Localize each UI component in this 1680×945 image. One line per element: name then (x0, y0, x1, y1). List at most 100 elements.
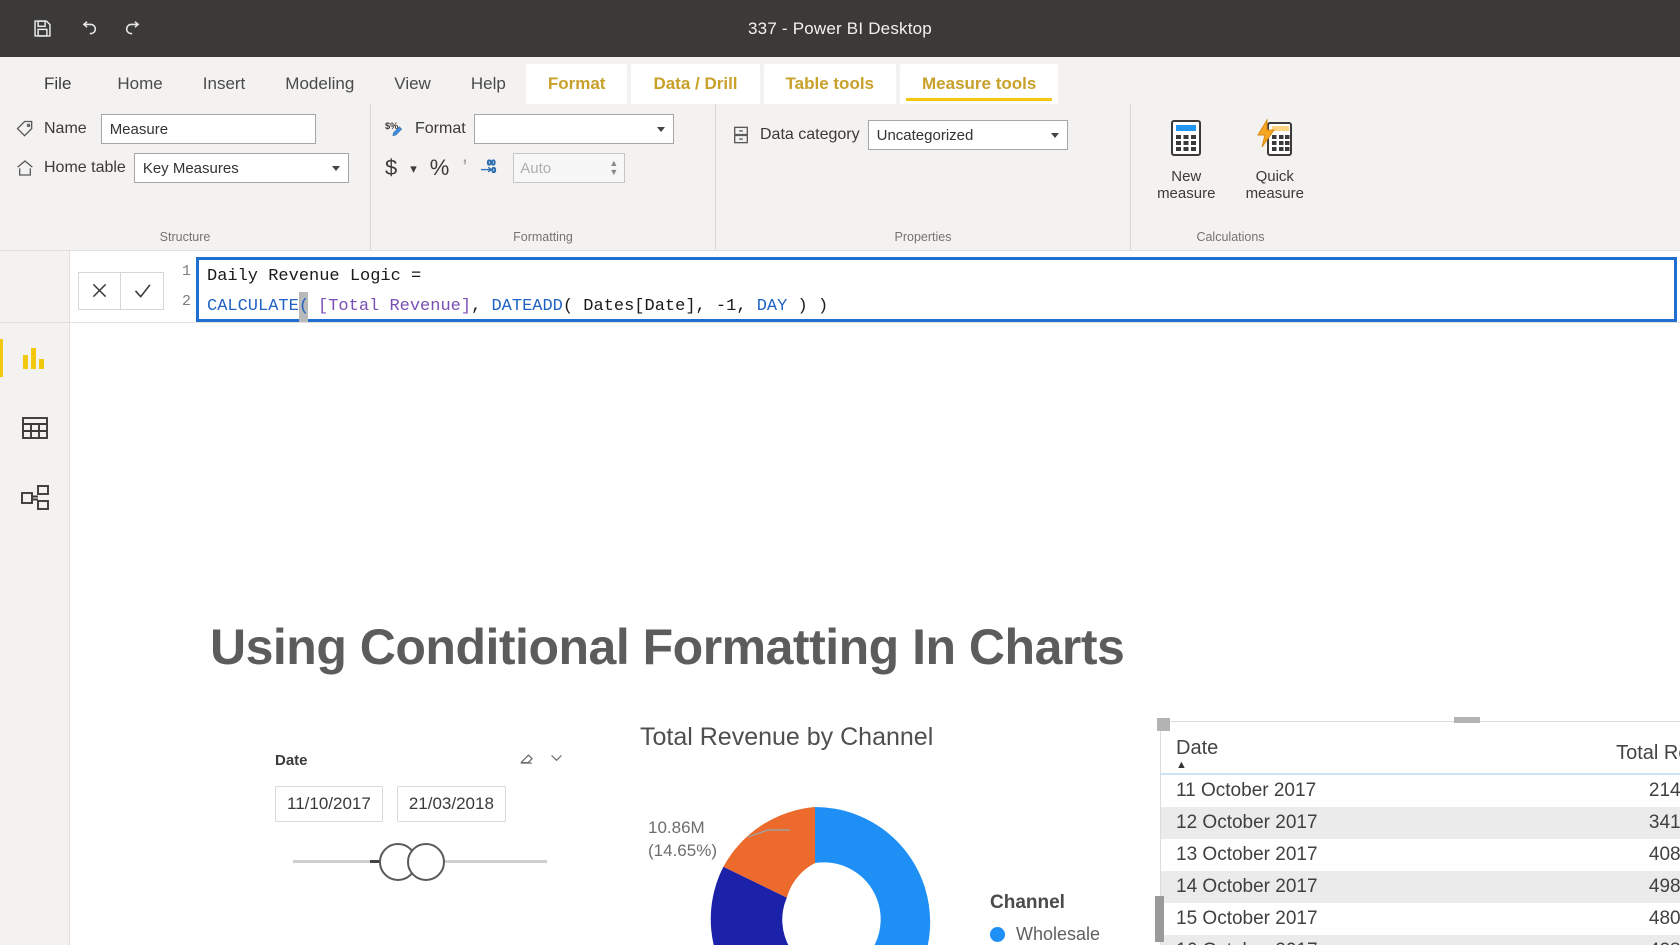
quick-measure-label-line1: Quick (1255, 168, 1294, 185)
data-category-icon (730, 124, 752, 146)
new-measure-label-line2: measure (1157, 185, 1216, 203)
thousands-separator-button[interactable]: ’ (462, 157, 467, 179)
formula-rail-spacer (0, 251, 70, 322)
dax-token-measure-ref: [Total Revenue] (307, 297, 472, 316)
ribbon-group-properties: Data category Uncategorized Properties (715, 104, 1130, 250)
chevron-down-icon[interactable] (548, 749, 565, 771)
format-icon: $% (385, 118, 407, 140)
quick-measure-icon (1255, 118, 1295, 162)
date-slicer[interactable]: Date 11/10/2017 21/03/2018 (275, 748, 565, 884)
group-label-calculations: Calculations (1196, 230, 1265, 244)
resize-handle-top-center[interactable] (1454, 717, 1480, 723)
donut-chart-visual[interactable]: Total Revenue by Channel 10.86M (14.65%)… (640, 723, 1170, 945)
date-range-slider[interactable] (275, 840, 565, 884)
ribbon-tab-measure-tools[interactable]: Measure tools (900, 64, 1059, 104)
ribbon-tab-home[interactable]: Home (97, 65, 182, 104)
stepper-arrows[interactable]: ▲ ▼ (609, 159, 618, 177)
format-quick-row: $ ▾ % ’ 00 0 Auto ▲ ▼ (385, 153, 701, 183)
data-category-select[interactable]: Uncategorized (867, 120, 1068, 150)
home-table-select[interactable]: Key Measures (133, 153, 349, 183)
calculator-icon (1166, 118, 1206, 162)
workspace: Using Conditional Formatting In Charts D… (0, 323, 1680, 945)
sidebar-item-model-view[interactable] (12, 475, 58, 521)
donut-chart-title: Total Revenue by Channel (640, 723, 934, 751)
percent-format-button[interactable]: % (430, 157, 450, 179)
dax-token-comma-3: , (736, 297, 757, 316)
quick-measure-label-line2: measure (1245, 185, 1304, 203)
legend-swatch-wholesale (990, 927, 1005, 942)
ribbon-tab-modeling[interactable]: Modeling (265, 65, 374, 104)
ribbon-group-structure: Name Measure Home table Key Measures Str… (0, 104, 370, 250)
new-measure-label-line1: New (1171, 168, 1202, 185)
ribbon-group-calculations: New measure Quick measure Calculations (1130, 104, 1330, 250)
measure-name-row: Name Measure (14, 114, 356, 144)
sidebar-item-data-view[interactable] (12, 405, 58, 451)
dax-token-comma-1: , (471, 297, 482, 316)
dax-line-2: CALCULATE( [Total Revenue], DATEADD( Dat… (207, 292, 1668, 322)
formula-bar: 1 2 Daily Revenue Logic = CALCULATE( [To… (0, 251, 1680, 323)
ribbon-tab-help[interactable]: Help (451, 65, 526, 104)
slider-handle-end[interactable] (407, 843, 445, 881)
ribbon-tab-data-drill[interactable]: Data / Drill (631, 64, 760, 104)
ribbon-tab-insert[interactable]: Insert (183, 65, 266, 104)
donut-chart-stage: 10.86M (14.65%) 23.65M (31.9%) 39.63M (5… (640, 752, 1170, 945)
home-icon (14, 157, 36, 179)
measure-name-label: Name (44, 120, 87, 137)
donut-label-export-percent: (14.65%) (648, 840, 717, 860)
dax-token-dateadd: DATEADD (481, 297, 563, 316)
format-row: $% Format (385, 114, 701, 144)
currency-format-button[interactable]: $ (385, 157, 397, 179)
sidebar-item-report-view[interactable] (0, 335, 58, 381)
table-visual-frame (1160, 721, 1680, 945)
dax-editor[interactable]: Daily Revenue Logic = CALCULATE( [Total … (196, 257, 1677, 322)
format-select[interactable] (473, 114, 674, 144)
redo-icon[interactable] (122, 17, 146, 41)
format-label: Format (415, 120, 466, 137)
table-scrollbar[interactable] (1155, 896, 1164, 942)
decimal-places-stepper[interactable]: Auto ▲ ▼ (513, 153, 626, 183)
save-icon[interactable] (30, 17, 54, 41)
currency-dropdown-icon[interactable]: ▾ (410, 162, 417, 175)
date-end-input[interactable]: 21/03/2018 (396, 786, 506, 822)
undo-icon[interactable] (76, 17, 100, 41)
group-label-structure: Structure (159, 230, 211, 244)
close-icon[interactable] (78, 271, 121, 310)
date-range-inputs: 11/10/2017 21/03/2018 (275, 786, 565, 822)
report-canvas[interactable]: Using Conditional Formatting In Charts D… (70, 323, 1680, 945)
ribbon-group-formatting: $% Format $ ▾ % ’ 00 0 Auto ▲ ▼ Formatti… (370, 104, 715, 250)
ribbon-tab-bar: File Home Insert Modeling View Help Form… (0, 57, 1680, 104)
date-slicer-header: Date (275, 748, 565, 772)
quick-access-toolbar (0, 17, 146, 41)
ribbon: Name Measure Home table Key Measures Str… (0, 104, 1680, 312)
ribbon-tab-format[interactable]: Format (525, 64, 628, 104)
view-navigation (0, 323, 70, 945)
window-title: 337 - Power BI Desktop (748, 18, 932, 38)
dax-token-paren-close: ) (787, 297, 818, 316)
group-label-properties: Properties (894, 230, 952, 244)
dax-token-day: DAY (756, 297, 788, 316)
check-icon[interactable] (121, 271, 164, 310)
gutter-line-2: 2 (181, 293, 191, 310)
resize-handle-top-left[interactable] (1157, 718, 1170, 731)
date-slicer-title: Date (275, 751, 308, 769)
gutter-line-1: 1 (181, 263, 191, 280)
eraser-icon[interactable] (517, 748, 536, 772)
table-visual[interactable]: Date ▲ Total Revenue 11 October 2017 214… (1155, 717, 1680, 945)
dax-token-paren-open-2: ( (562, 297, 584, 316)
formula-gutter: 1 2 (174, 257, 196, 322)
ribbon-tab-file[interactable]: File (22, 65, 97, 104)
decrease-decimals-icon[interactable]: 00 0 (480, 157, 500, 179)
donut-legend: Channel Wholesale Distributor Export (990, 892, 1100, 945)
dax-token-comma-2: , (695, 297, 716, 316)
formula-editor-wrap: 1 2 Daily Revenue Logic = CALCULATE( [To… (164, 251, 1680, 322)
dax-token-paren-open: ( (298, 292, 309, 322)
data-category-label: Data category (760, 126, 860, 143)
page-title: Using Conditional Formatting In Charts (210, 619, 1125, 675)
measure-name-input[interactable]: Measure (100, 114, 316, 144)
legend-item-wholesale[interactable]: Wholesale (990, 924, 1100, 945)
title-bar: 337 - Power BI Desktop (0, 0, 1680, 57)
tag-icon (14, 118, 36, 140)
date-start-input[interactable]: 11/10/2017 (275, 786, 383, 822)
ribbon-tab-view[interactable]: View (374, 65, 451, 104)
ribbon-tab-table-tools[interactable]: Table tools (763, 64, 897, 104)
